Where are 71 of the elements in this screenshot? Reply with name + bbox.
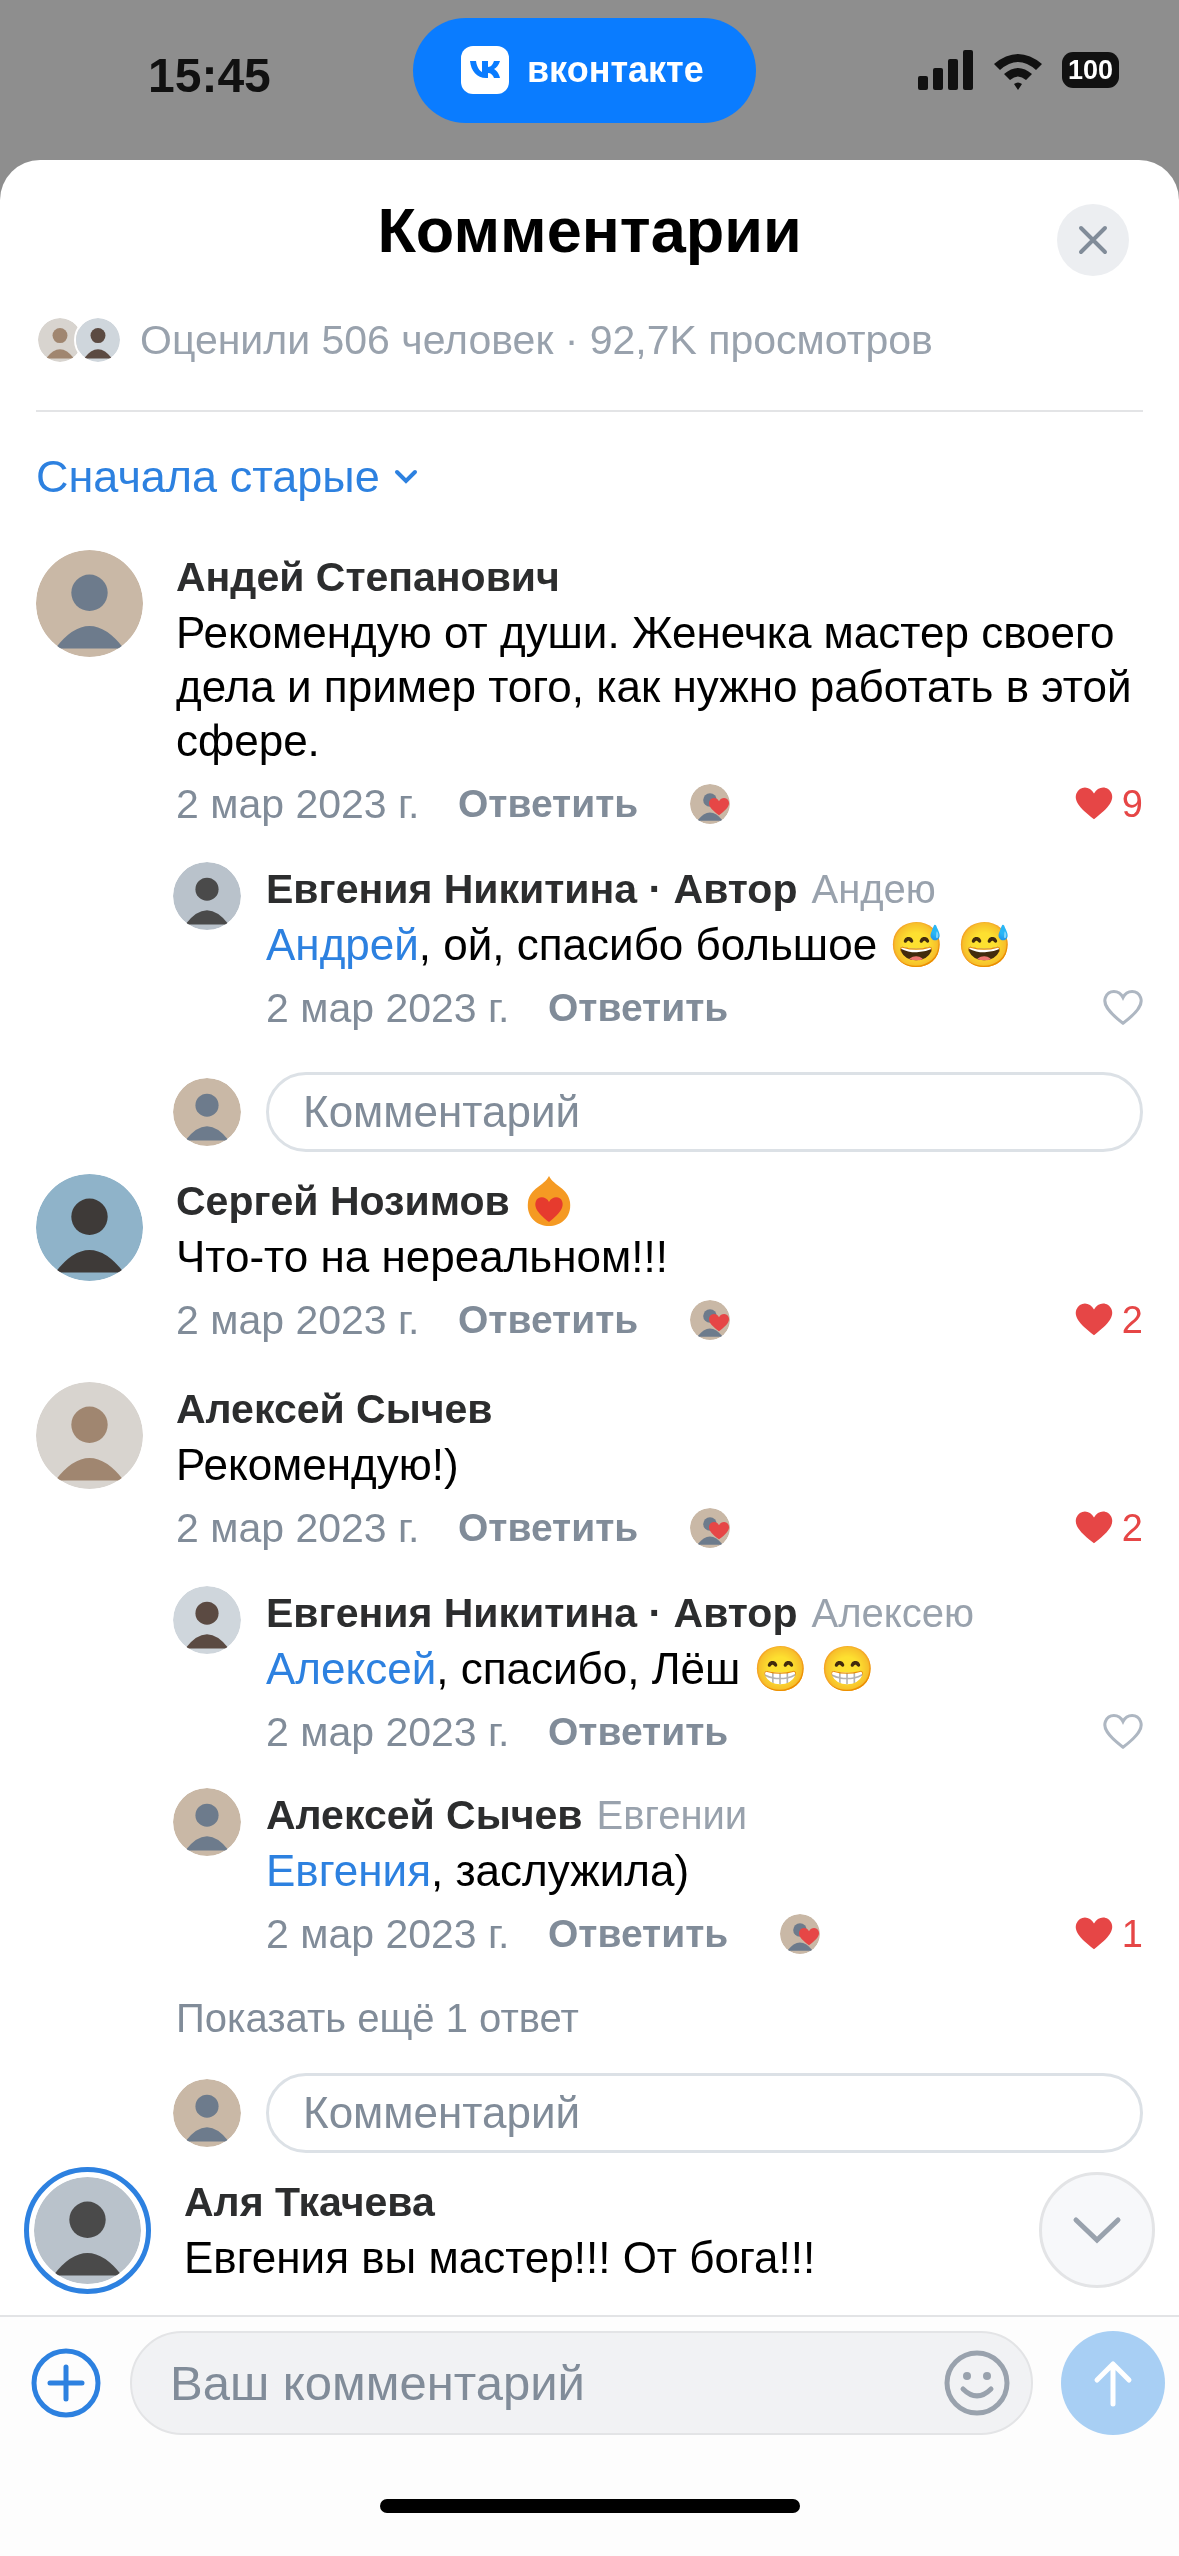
sort-dropdown[interactable]: Сначала старые <box>0 422 454 532</box>
reply-link[interactable]: Ответить <box>458 1506 690 1550</box>
show-more-replies-link[interactable]: Показать ещё 1 ответ <box>176 1996 579 2041</box>
chevron-down-icon <box>1072 2216 1122 2244</box>
comment-input[interactable]: Ваш комментарий <box>168 2354 943 2412</box>
reply-link[interactable]: Ответить <box>548 1710 780 1754</box>
comment-date: 2 мар 2023 г. <box>176 1296 421 1344</box>
close-icon <box>1078 225 1108 255</box>
liker-heart-icon <box>798 1926 820 1948</box>
comment-field[interactable]: Ваш комментарий <box>130 2331 1033 2435</box>
story-ring[interactable] <box>24 2167 151 2294</box>
comment-text: Алексей, спасибо, Лёш 😁 😁 <box>266 1643 875 1695</box>
avatar <box>173 1078 241 1146</box>
reply-field[interactable]: Комментарий <box>266 1072 1143 1152</box>
comment-text: Рекомендую от души. Женечка мастер своего дела и пример того, как нужно работать в этой сфере. <box>176 607 1133 767</box>
reply-to-name: Евгении <box>596 1792 748 1838</box>
reply-field[interactable]: Комментарий <box>266 2073 1143 2153</box>
like-button[interactable]: 1 <box>1073 1912 1143 1956</box>
reply-link[interactable]: Ответить <box>458 1298 690 1342</box>
avatar <box>173 1788 241 1856</box>
battery-indicator: 100 <box>1061 52 1119 88</box>
author-name: Алексей Сычев <box>176 1385 493 1433</box>
sheet-title: Комментарии <box>377 194 802 266</box>
clock: 15:45 <box>148 47 271 103</box>
app-pill[interactable]: вконтакте <box>413 17 756 123</box>
reply-link[interactable]: Ответить <box>548 986 780 1030</box>
comment-text: Что-то на нереальном!!! <box>176 1231 668 1283</box>
reply-link[interactable]: Ответить <box>548 1912 780 1956</box>
author-name: Алексей Сычев <box>266 1791 583 1839</box>
avatar <box>173 2079 241 2147</box>
smiley-icon <box>943 2349 1011 2417</box>
reply-link[interactable]: Ответить <box>458 782 690 826</box>
like-button[interactable] <box>1103 988 1143 1028</box>
author-name: Андей Степанович <box>176 553 560 601</box>
comment-text: Евгения вы мастер!!! От бога!!! <box>184 2232 816 2284</box>
comment-date: 2 мар 2023 г. <box>176 1504 421 1552</box>
avatar <box>173 862 241 930</box>
like-button[interactable]: 9 <box>1073 782 1143 826</box>
like-button[interactable]: 2 <box>1073 1298 1143 1342</box>
plus-circle-icon <box>30 2347 102 2419</box>
stats-text: Оценили 506 человек · 92,7K просмотров <box>140 316 933 364</box>
emoji-button[interactable] <box>943 2349 1011 2417</box>
comment-date: 2 мар 2023 г. <box>266 1910 511 1958</box>
signal-icon <box>917 50 974 90</box>
author-name: Аля Ткачева <box>184 2178 435 2226</box>
avatar <box>173 1586 241 1654</box>
liker-heart-icon <box>708 1312 730 1334</box>
chevron-down-icon <box>393 469 418 485</box>
mention-link[interactable]: Евгения <box>266 1846 431 1895</box>
reply-to-name: Андею <box>811 866 936 912</box>
author-name: Евгения Никитина · Автор <box>266 1589 798 1637</box>
mention-link[interactable]: Андрей <box>266 920 419 969</box>
comment-text: Рекомендую!) <box>176 1439 459 1491</box>
heart-outline-icon <box>1103 988 1143 1028</box>
author-name: Евгения Никитина · Автор <box>266 865 798 913</box>
like-button[interactable] <box>1103 1712 1143 1752</box>
liker-heart-icon <box>708 796 730 818</box>
comment-text: Андрей, ой, спасибо большое 😅 😅 <box>266 919 1012 971</box>
comment-text: Евгения, заслужила) <box>266 1845 690 1897</box>
author-name: Сергей Нозимов <box>176 1177 510 1225</box>
like-button[interactable]: 2 <box>1073 1506 1143 1550</box>
comment-date: 2 мар 2023 г. <box>176 780 421 828</box>
comment-date: 2 мар 2023 г. <box>266 1708 511 1756</box>
add-button[interactable] <box>30 2347 102 2419</box>
comment-date: 2 мар 2023 г. <box>266 984 511 1032</box>
avatar <box>74 316 122 364</box>
liker-heart-icon <box>708 1520 730 1542</box>
mention-link[interactable]: Алексей <box>266 1644 437 1693</box>
heart-outline-icon <box>1103 1712 1143 1752</box>
reply-to-name: Алексею <box>811 1590 974 1636</box>
logo-icon <box>468 59 502 81</box>
